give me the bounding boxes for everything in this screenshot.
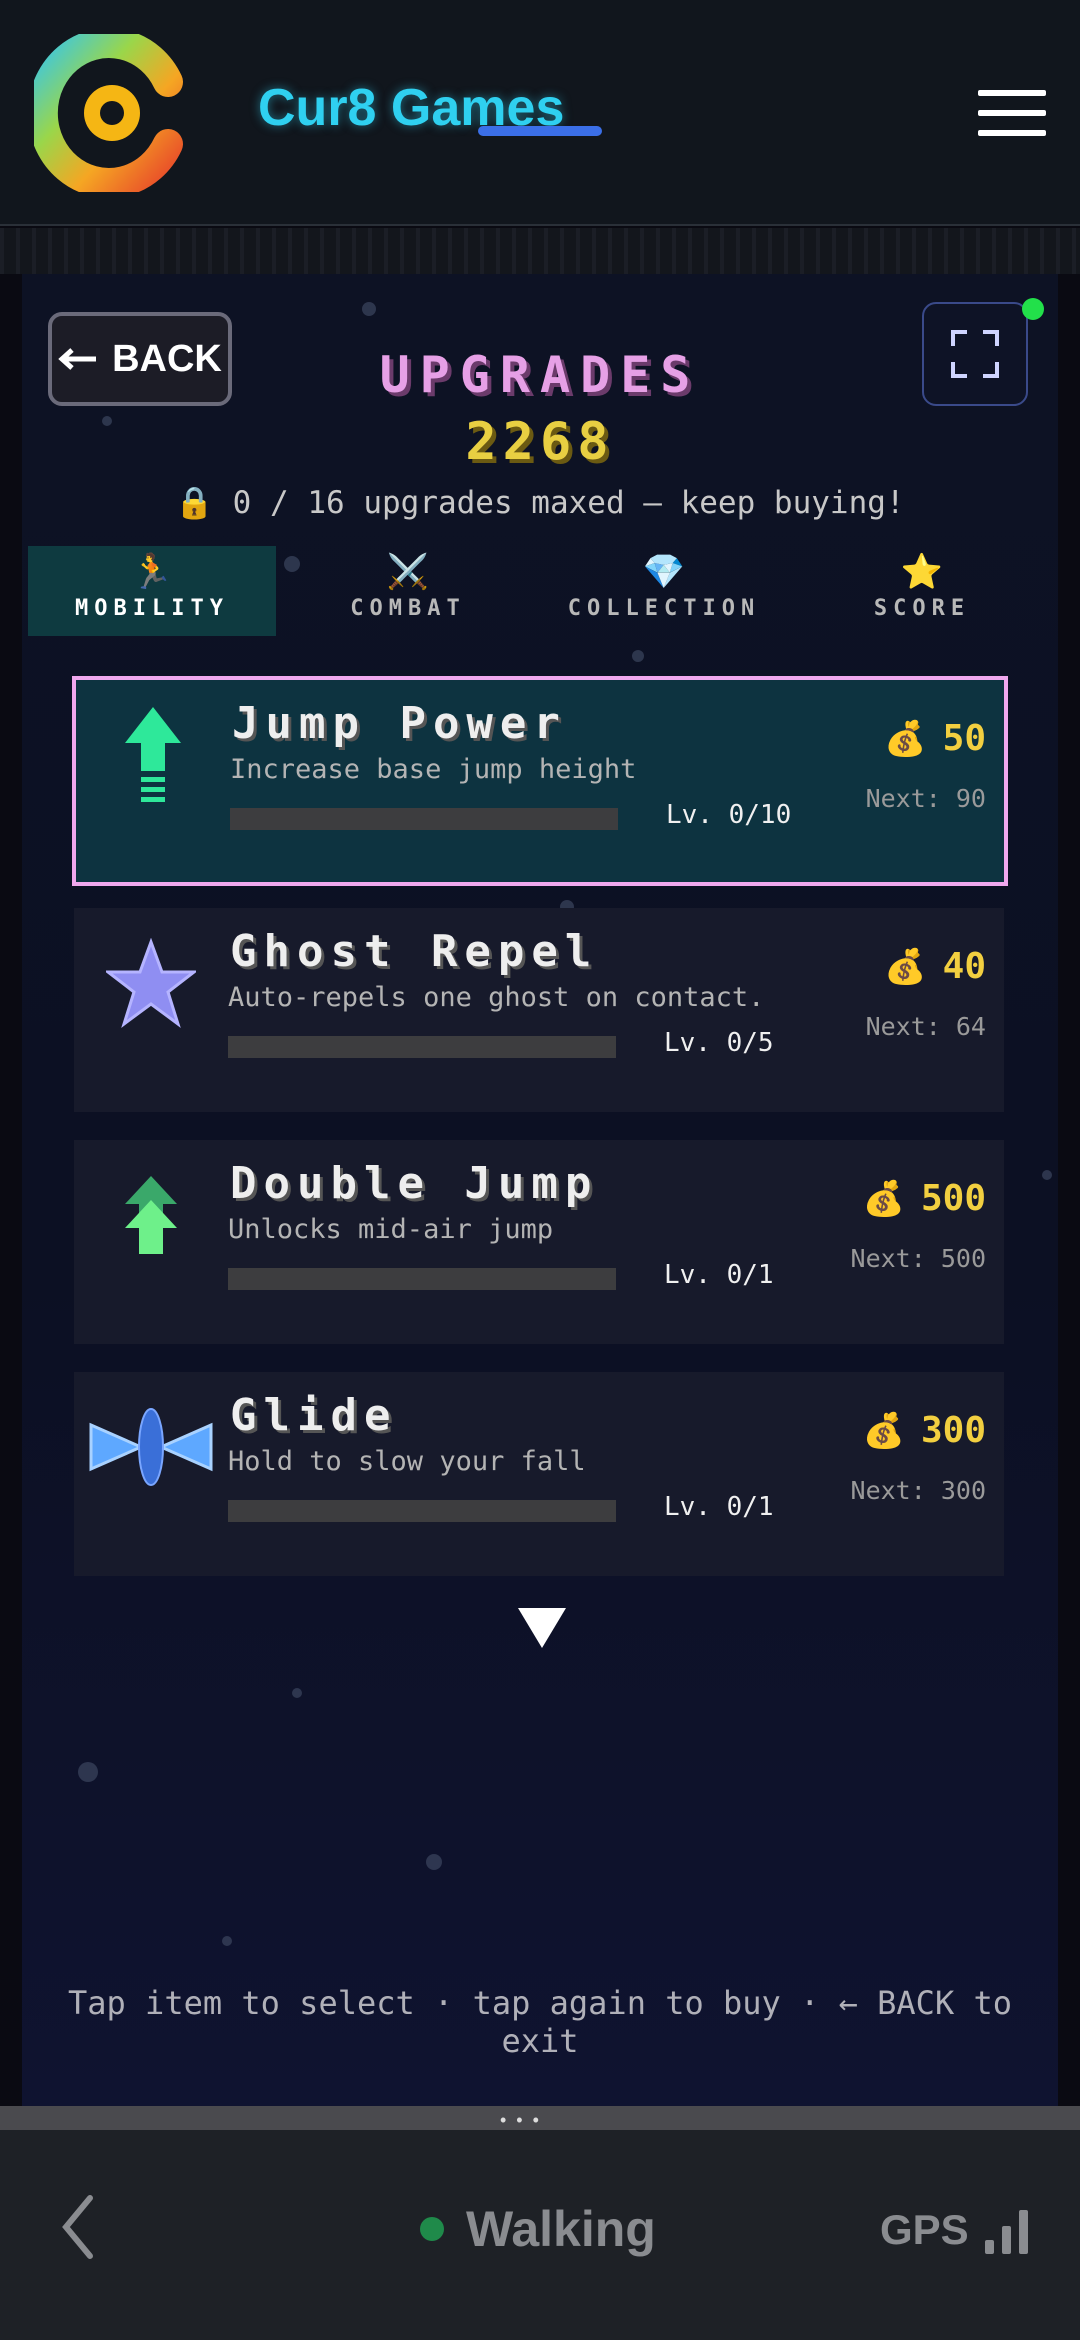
money-bag-icon: 💰 xyxy=(884,718,927,759)
upgrade-card-ghost-repel[interactable]: Ghost Repel Auto-repels one ghost on con… xyxy=(74,908,1004,1112)
upgrade-card-jump-power[interactable]: Jump Power Increase base jump height Lv.… xyxy=(72,676,1008,886)
money-bag-icon: 💰 xyxy=(862,1178,905,1219)
upgrade-level: Lv. 0/1 xyxy=(664,1492,774,1522)
next-price: Next: 500 xyxy=(850,1244,986,1273)
progress-bar xyxy=(228,1036,616,1058)
double-arrow-icon xyxy=(86,1150,216,1280)
glider-icon xyxy=(86,1382,216,1512)
upgrade-card-glide[interactable]: Glide Hold to slow your fall Lv. 0/1 💰 3… xyxy=(74,1372,1004,1576)
next-price: Next: 64 xyxy=(865,1012,986,1041)
mode-label: Walking xyxy=(466,2201,656,2257)
next-price: Next: 300 xyxy=(850,1476,986,1505)
tab-mobility[interactable]: 🏃 MOBILITY xyxy=(28,546,276,636)
swords-icon: ⚔️ xyxy=(386,553,430,591)
upgrade-price: 💰 300 xyxy=(862,1410,986,1451)
maxed-status: 🔒 0 / 16 upgrades maxed — keep buying! xyxy=(175,485,905,521)
game-canvas[interactable]: BACK UPGRADES 2268 🔒 0 / 16 upgrades max… xyxy=(22,274,1058,2106)
progress-bar xyxy=(230,808,618,830)
tab-score[interactable]: ⭐ SCORE xyxy=(798,546,1046,636)
header-divider xyxy=(0,228,1080,274)
progress-bar xyxy=(228,1268,616,1290)
chevron-left-icon[interactable] xyxy=(58,2192,98,2262)
status-dot-icon xyxy=(420,2217,444,2241)
menu-icon[interactable] xyxy=(978,90,1046,136)
scroll-down-icon[interactable] xyxy=(518,1608,566,1648)
tab-combat[interactable]: ⚔️ COMBAT xyxy=(284,546,532,636)
controls-hint: Tap item to select · tap again to buy · … xyxy=(67,1984,1012,2060)
upgrade-name: Glide xyxy=(230,1390,398,1441)
upgrade-name: Ghost Repel xyxy=(230,926,599,977)
upgrade-desc: Hold to slow your fall xyxy=(228,1446,586,1477)
gps-status[interactable]: GPS xyxy=(880,2206,1028,2254)
upgrade-price: 💰 50 xyxy=(884,718,986,759)
progress-bar xyxy=(228,1500,616,1522)
money-bag-icon: 💰 xyxy=(884,946,927,987)
upgrade-desc: Unlocks mid-air jump xyxy=(228,1214,554,1245)
star-icon xyxy=(86,918,216,1048)
upgrade-price: 💰 40 xyxy=(884,946,986,987)
signal-bars-icon xyxy=(984,2208,1028,2254)
more-dots-icon[interactable]: ••• xyxy=(500,2110,549,2131)
gps-label: GPS xyxy=(880,2206,969,2253)
upgrade-name: Jump Power xyxy=(232,698,567,749)
money-bag-icon: 💰 xyxy=(862,1410,905,1451)
star-icon: ⭐ xyxy=(900,553,944,591)
page-title: UPGRADES xyxy=(379,346,701,404)
gem-icon: 💎 xyxy=(642,553,686,591)
cur8-logo-icon[interactable] xyxy=(34,34,186,192)
up-arrow-icon xyxy=(88,690,218,820)
coin-total: 2268 xyxy=(465,412,615,472)
next-price: Next: 90 xyxy=(865,784,986,813)
upgrade-desc: Increase base jump height xyxy=(230,754,637,785)
site-header: Cur8 Games xyxy=(0,0,1080,226)
upgrade-card-double-jump[interactable]: Double Jump Unlocks mid-air jump Lv. 0/1… xyxy=(74,1140,1004,1344)
activity-mode[interactable]: Walking xyxy=(420,2200,656,2258)
bottom-nav-bar: Walking GPS xyxy=(0,2130,1080,2340)
category-tabs: 🏃 MOBILITY ⚔️ COMBAT 💎 COLLECTION ⭐ SCOR… xyxy=(28,546,1038,636)
upgrade-level: Lv. 0/5 xyxy=(664,1028,774,1058)
upgrade-level: Lv. 0/1 xyxy=(664,1260,774,1290)
status-indicator xyxy=(1022,298,1044,320)
upgrade-name: Double Jump xyxy=(230,1158,599,1209)
upgrade-price: 💰 500 xyxy=(862,1178,986,1219)
runner-icon: 🏃 xyxy=(130,553,174,591)
brand-underline xyxy=(478,126,602,136)
tab-collection[interactable]: 💎 COLLECTION xyxy=(540,546,788,636)
upgrade-level: Lv. 0/10 xyxy=(666,800,792,830)
upgrade-desc: Auto-repels one ghost on contact. xyxy=(228,982,765,1013)
